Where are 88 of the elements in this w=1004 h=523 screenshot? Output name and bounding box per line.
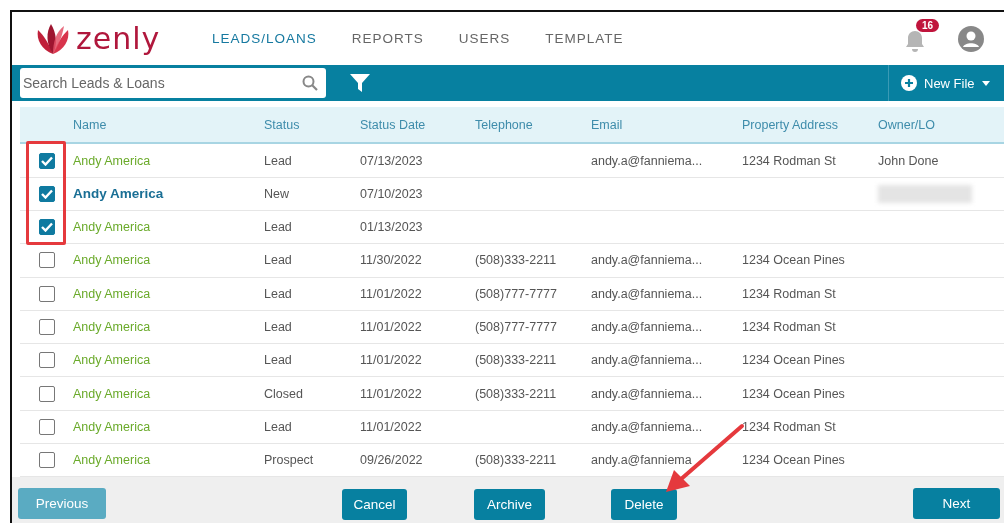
table-cell: 1234 Ocean Pines [742,386,845,401]
table-cell: 1234 Rodman St [742,419,836,434]
column-header: Owner/LO [878,117,936,132]
search-icon[interactable] [302,75,318,92]
footer-button[interactable]: Delete [611,489,677,521]
lead-name-link[interactable]: Andy America [73,220,151,235]
caret-icon [981,80,990,86]
table-cell: (508)777-7777 [475,286,557,301]
table-cell: 11/01/2022 [360,286,422,301]
table-cell: (508)333-2211 [475,386,557,401]
lead-name-link[interactable]: Andy America [73,353,151,368]
table-cell: Lead [264,253,292,268]
table-cell: Lead [264,286,292,301]
table-cell: 01/13/2023 [360,220,423,235]
table-cell: New [264,186,289,201]
table-cell: Lead [264,419,292,434]
row-checkbox[interactable] [38,219,55,236]
table-cell: 07/10/2023 [360,186,423,201]
row-checkbox[interactable] [38,452,55,469]
column-header: Status Date [360,117,427,132]
nav-tab[interactable]: TEMPLATE [545,31,624,47]
table-cell: 11/01/2022 [360,386,422,401]
lead-name-link[interactable]: Andy America [73,419,151,434]
row-checkbox[interactable] [38,352,55,369]
table-cell: andy.a@fanniema... [591,286,703,301]
nav-tab[interactable]: LEADS/LOANS [212,31,317,47]
table-cell: 09/26/2022 [360,453,423,468]
logo-wordmark: zenly [76,23,161,54]
table-cell: 07/13/2023 [360,153,423,168]
table-cell: Lead [264,353,292,368]
table-cell: Lead [264,220,292,235]
lead-name-link[interactable]: Andy America [73,386,151,401]
lead-name-link[interactable]: Andy America [73,253,151,268]
table-cell: 11/01/2022 [360,419,422,434]
column-header: Property Address [742,117,839,132]
search-field[interactable]: Search Leads & Loans [20,68,326,99]
table-cell: 11/01/2022 [360,320,422,335]
table-cell: andy.a@fanniema... [591,320,703,335]
nav-tab[interactable]: USERS [458,31,511,47]
table-cell: 11/01/2022 [360,353,422,368]
lead-name-link[interactable]: Andy America [73,453,151,468]
table-cell: andy.a@fanniema... [591,419,703,434]
table-cell: (508)333-2211 [475,453,557,468]
row-checkbox[interactable] [38,185,55,202]
row-checkbox[interactable] [38,385,55,402]
table-cell: andy.a@fanniema... [591,353,703,368]
column-header: Name [73,117,108,132]
filter-icon[interactable] [350,74,370,93]
table-cell: andy.a@fanniema... [591,253,703,268]
table-cell: andy.a@fanniema [591,453,692,468]
lead-name-link[interactable]: Andy America [73,286,151,301]
footer-button[interactable]: Archive [474,489,545,521]
table-cell: Lead [264,320,292,335]
column-header: Telephone [475,117,534,132]
notification-badge: 16 [916,18,940,32]
nav-tab[interactable]: REPORTS [351,31,424,47]
row-checkbox[interactable] [38,152,55,169]
footer-button[interactable]: Cancel [342,489,407,521]
row-checkbox[interactable] [38,285,55,302]
plus-circle-icon [901,75,917,92]
bell-icon[interactable] [904,28,926,53]
row-checkbox[interactable] [38,252,55,269]
column-header: Status [264,117,301,132]
column-header: Email [591,117,624,132]
table-cell: andy.a@fanniema... [591,153,703,168]
table-cell: (508)333-2211 [475,253,557,268]
footer-button[interactable]: Next [913,488,1000,520]
table-cell: Prospect [264,453,314,468]
table-cell: 1234 Ocean Pines [742,453,845,468]
table-cell: 1234 Rodman St [742,320,836,335]
lead-name-link[interactable]: Andy America [73,320,151,335]
table-cell: Lead [264,153,292,168]
table-cell: (508)777-7777 [475,320,557,335]
table-cell: 1234 Ocean Pines [742,353,845,368]
new-file-button[interactable]: New File [888,65,1004,102]
row-checkbox[interactable] [38,319,55,336]
table-cell: 1234 Rodman St [742,286,836,301]
table-cell: 1234 Ocean Pines [742,253,845,268]
table-cell: 1234 Rodman St [742,153,836,168]
table-cell: (508)333-2211 [475,353,557,368]
table-cell: andy.a@fanniema... [591,386,703,401]
lead-name-link[interactable]: Andy America [73,186,164,202]
table-cell: 11/30/2022 [360,253,422,268]
row-checkbox[interactable] [38,418,55,435]
table-cell: Closed [264,386,303,401]
user-avatar-icon[interactable] [958,25,984,52]
table-cell: John Done [878,153,939,168]
lead-name-link[interactable]: Andy America [73,153,151,168]
